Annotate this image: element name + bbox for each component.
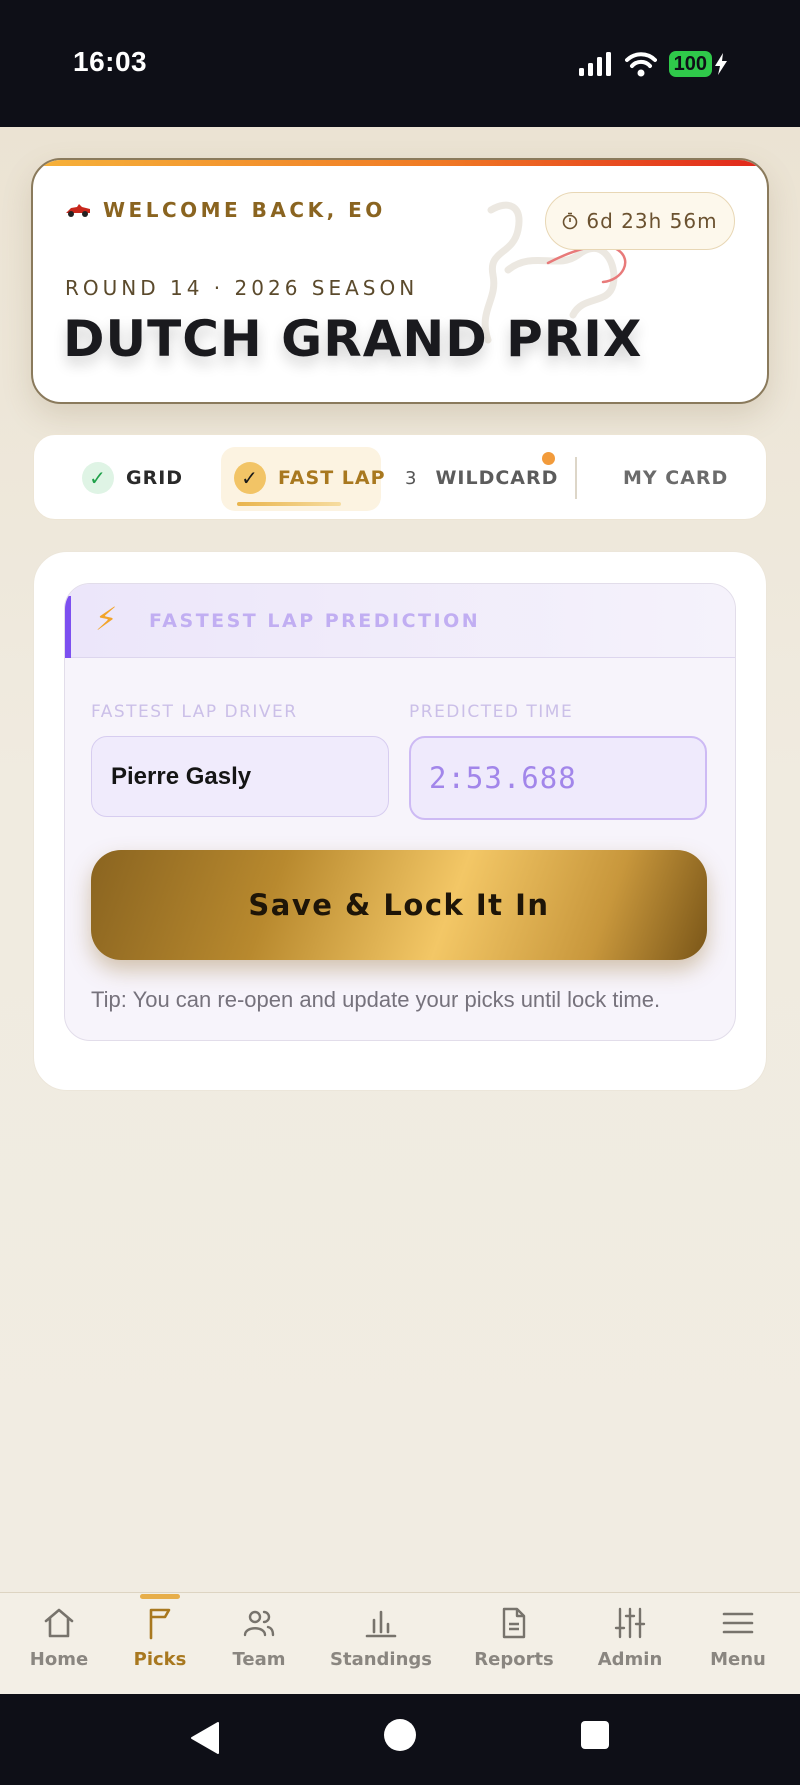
flag-icon [142,1605,178,1641]
race-hero-card: WELCOME BACK, EO 6d 23h 56m ROUND 14 · 2… [31,158,769,404]
status-time: 16:03 [73,46,148,77]
hero-stripe [33,160,767,166]
section-title: FASTEST LAP PREDICTION [149,610,481,632]
nav-label: Reports [474,1649,554,1670]
home-button[interactable] [384,1719,416,1751]
pick-tabs: ✓ GRID ✓ FAST LAP 3 WILDCARD MY CARD [33,434,767,520]
tab-wildcard[interactable]: 3 WILDCARD [405,435,558,521]
battery-level: 100 [668,51,712,77]
nav-standings[interactable]: Standings [330,1593,432,1695]
active-tab-underline [237,502,341,506]
wildcard-count: 3 [405,467,418,489]
sliders-icon [612,1605,648,1641]
fastest-lap-card: ⚡ FASTEST LAP PREDICTION FASTEST LAP DRI… [64,583,736,1041]
welcome-text: WELCOME BACK, EO [103,198,386,222]
nav-label: Picks [133,1649,187,1670]
race-car-icon [66,204,90,217]
nav-label: Standings [330,1649,432,1670]
check-icon: ✓ [82,462,114,494]
team-icon [241,1605,277,1641]
round-label: ROUND 14 · 2026 SEASON [65,276,419,300]
stopwatch-icon [563,212,578,230]
race-title: DUTCH GRAND PRIX [63,310,643,368]
welcome-row: WELCOME BACK, EO [65,198,386,222]
active-nav-indicator [140,1594,180,1599]
home-icon [41,1605,77,1641]
tab-fast-lap[interactable]: ✓ FAST LAP [234,435,386,521]
nav-team[interactable]: Team [229,1593,289,1695]
nav-label: Menu [710,1649,766,1670]
tab-fast-lap-label: FAST LAP [278,467,386,489]
standings-icon [363,1605,399,1641]
countdown-value: 6d 23h 56m [586,209,718,233]
tip-text: Tip: You can re-open and update your pic… [91,987,661,1012]
time-label: PREDICTED TIME [409,702,574,722]
status-bar: 16:03 100 [0,0,800,127]
lightning-icon: ⚡ [95,601,118,637]
nav-label: Team [232,1649,286,1670]
nav-reports[interactable]: Reports [474,1593,554,1695]
section-accent [65,596,71,658]
charging-icon [715,53,727,75]
system-nav-bar [0,1694,800,1785]
bottom-nav: Home Picks Team Standings Reports Admin [0,1592,800,1694]
nav-menu[interactable]: Menu [710,1593,766,1695]
notification-dot [542,452,555,465]
lock-countdown: 6d 23h 56m [545,192,735,250]
driver-select[interactable]: Pierre Gasly [91,736,389,817]
back-icon[interactable] [190,1721,220,1755]
tab-wildcard-label: WILDCARD [435,467,559,489]
tab-grid[interactable]: ✓ GRID [82,435,183,521]
nav-admin[interactable]: Admin [597,1593,663,1695]
nav-label: Admin [597,1649,663,1670]
predicted-time-input[interactable]: 2:53.688 [409,736,707,820]
nav-label: Home [29,1649,89,1670]
tab-divider [575,457,577,499]
wifi-icon [624,52,657,77]
signal-icon [578,52,611,76]
tab-my-card-label: MY CARD [623,467,729,489]
tab-my-card[interactable]: MY CARD [623,435,728,521]
nav-home[interactable]: Home [28,1593,90,1695]
driver-label: FASTEST LAP DRIVER [91,702,298,722]
recents-button[interactable] [581,1721,609,1749]
check-icon: ✓ [234,462,266,494]
prediction-panel: ⚡ FASTEST LAP PREDICTION FASTEST LAP DRI… [33,551,767,1091]
menu-icon [720,1605,756,1641]
document-icon [496,1605,532,1641]
nav-picks[interactable]: Picks [131,1593,189,1695]
tab-grid-label: GRID [126,467,184,489]
save-lock-button[interactable]: Save & Lock It In [91,850,707,960]
status-icons: 100 [578,48,728,80]
